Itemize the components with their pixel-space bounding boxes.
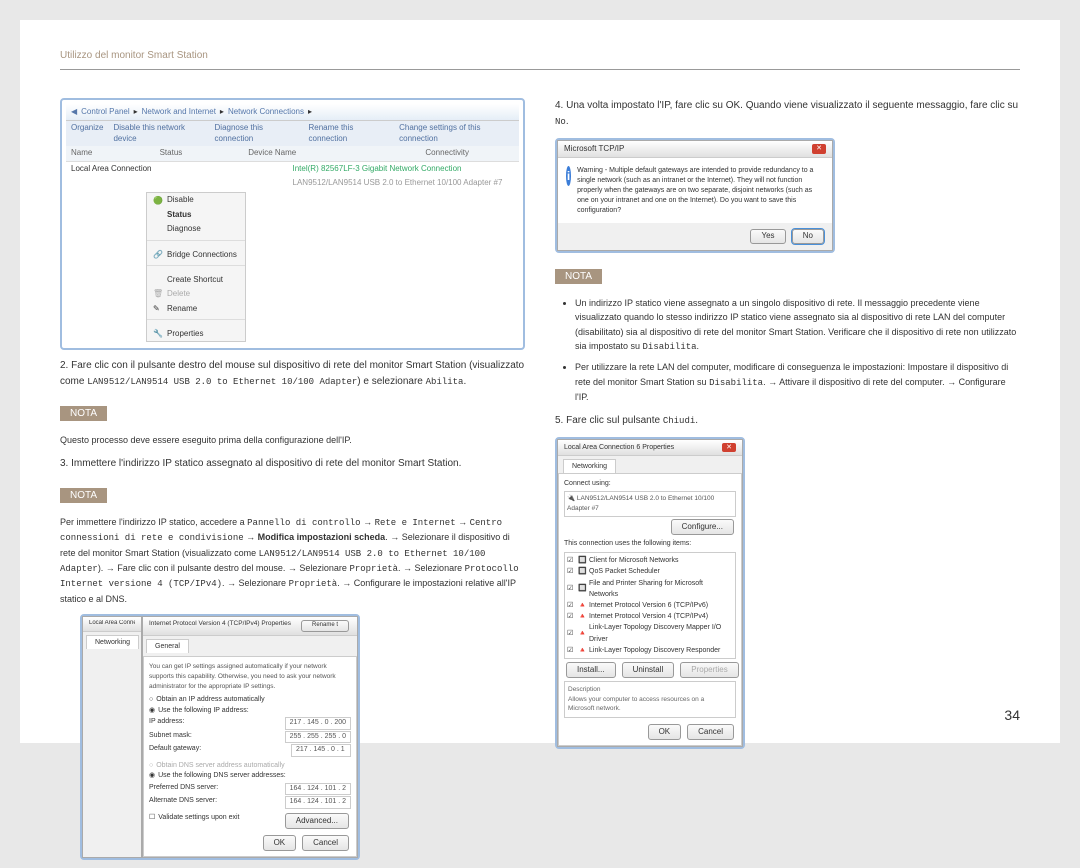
properties-button: Properties [680, 662, 738, 678]
menu-item: 🟢Disable [147, 193, 245, 207]
step-3: 3. Immettere l'indirizzo IP statico asse… [60, 456, 525, 472]
ok-button: OK [648, 724, 682, 740]
context-menu: 🟢Disable Status Diagnose 🔗Bridge Connect… [146, 192, 246, 342]
description-box: Description Allows your computer to acce… [564, 681, 736, 718]
nota-badge: NOTA [555, 269, 602, 284]
window-breadcrumb: ◀ Control Panel▸ Network and Internet▸ N… [66, 104, 519, 121]
list-item: ☑🔲Client for Microsoft Networks [567, 555, 733, 566]
back-icon: ◀ [71, 107, 77, 117]
toolbar: Organize Disable this network device Dia… [66, 121, 519, 146]
menu-item: 🔧Properties [147, 327, 245, 341]
uninstall-button: Uninstall [622, 662, 675, 678]
nota-badge: NOTA [60, 488, 107, 503]
list-item: Un indirizzo IP statico viene assegnato … [575, 296, 1020, 355]
cancel-button: Cancel [302, 835, 349, 851]
list-item: Per utilizzare la rete LAN del computer,… [575, 360, 1020, 404]
table-header: Name Status Device Name Connectivity [66, 146, 519, 161]
step-4: 4. Una volta impostato l'IP, fare clic s… [555, 98, 1020, 130]
dialog-title: Microsoft TCP/IP ✕ [558, 141, 832, 158]
list-item: ☑🔺Internet Protocol Version 6 (TCP/IPv6) [567, 600, 733, 611]
figure-connection-properties: Local Area Connection 6 Properties ✕ Net… [555, 437, 745, 750]
close-icon: ✕ [812, 144, 826, 154]
menu-item: 🔗Bridge Connections [147, 248, 245, 262]
step-5: 5. Fare clic sul pulsante Chiudi. [555, 413, 1020, 429]
advanced-button: Advanced... [285, 813, 349, 829]
left-column: ◀ Control Panel▸ Network and Internet▸ N… [60, 90, 525, 868]
list-item: ☑🔺Link-Layer Topology Discovery Mapper I… [567, 622, 733, 644]
table-row: LAN9512/LAN9514 USB 2.0 to Ethernet 10/1… [66, 176, 519, 190]
configure-button: Configure... [671, 519, 734, 535]
dialog-title: Local Area Connection 4 Properties [83, 617, 141, 632]
page-header: Utilizzo del monitor Smart Station [60, 50, 1020, 70]
yes-button: Yes [750, 229, 785, 243]
ok-button: OK [263, 835, 297, 851]
note-text: Per immettere l'indirizzo IP statico, ac… [60, 515, 525, 606]
tab: Networking [563, 459, 616, 473]
menu-item: Diagnose [147, 222, 245, 236]
step-2: 2. Fare clic con il pulsante destro del … [60, 358, 525, 390]
tab: Networking [86, 635, 139, 649]
dialog-body: You can get IP settings assigned automat… [143, 656, 357, 857]
cancel-button: Cancel [687, 724, 734, 740]
page-number: 34 [1004, 707, 1020, 723]
figure-tcpip-warning: Microsoft TCP/IP ✕ i Warning - Multiple … [555, 138, 835, 253]
note-bullet-list: Un indirizzo IP statico viene assegnato … [575, 296, 1020, 405]
no-button: No [792, 229, 824, 243]
right-column: 4. Una volta impostato l'IP, fare clic s… [555, 90, 1020, 868]
list-item: ☑🔺Internet Protocol Version 4 (TCP/IPv4) [567, 611, 733, 622]
rename-button: Rename t [301, 620, 349, 632]
menu-item: Create Shortcut [147, 273, 245, 287]
install-button: Install... [566, 662, 616, 678]
list-item: ☑🔲File and Printer Sharing for Microsoft… [567, 578, 733, 600]
list-item: ☑🔲QoS Packet Scheduler [567, 566, 733, 577]
two-column-layout: ◀ Control Panel▸ Network and Internet▸ N… [60, 90, 1020, 868]
note-text: Questo processo deve essere eseguito pri… [60, 433, 525, 447]
figure-ipv4-properties: Local Area Connection 4 Properties Netwo… [80, 614, 360, 860]
menu-item: ✎Rename [147, 302, 245, 316]
figure-network-connections: ◀ Control Panel▸ Network and Internet▸ N… [60, 98, 525, 350]
manual-page: Utilizzo del monitor Smart Station ◀ Con… [20, 20, 1060, 743]
menu-item: Status [147, 208, 245, 222]
dialog-title: Internet Protocol Version 4 (TCP/IPv4) P… [143, 617, 357, 636]
table-row: Local Area Connection Intel(R) 82567LF-3… [66, 162, 519, 176]
info-icon: i [566, 166, 571, 186]
menu-item: 🗑Delete [147, 287, 245, 301]
close-icon: ✕ [722, 443, 736, 452]
tab: General [146, 639, 189, 653]
dialog-body: Connect using: 🔌 LAN9512/LAN9514 USB 2.0… [558, 473, 742, 746]
list-item: ☑🔺Link-Layer Topology Discovery Responde… [567, 645, 733, 656]
nota-badge: NOTA [60, 406, 107, 421]
warning-message: Warning - Multiple default gateways are … [577, 166, 824, 215]
dialog-title: Local Area Connection 6 Properties ✕ [558, 440, 742, 456]
